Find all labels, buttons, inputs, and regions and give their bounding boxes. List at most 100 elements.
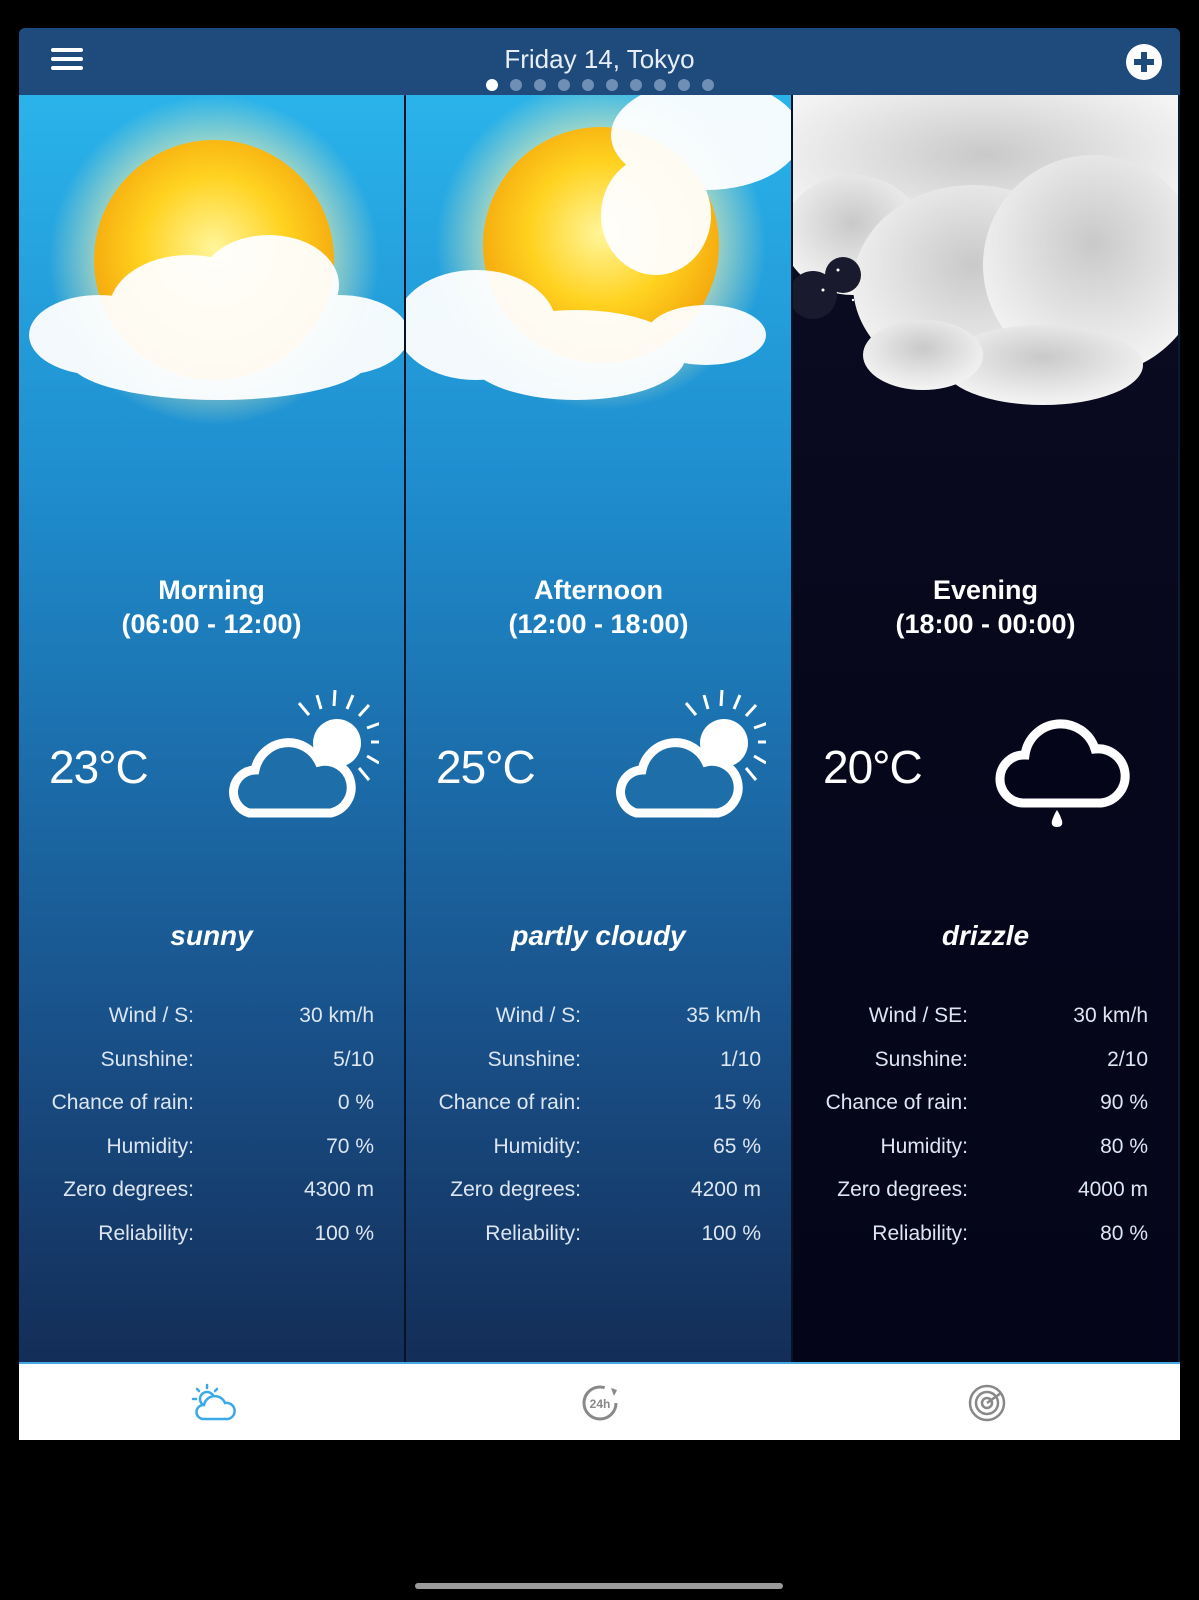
condition-label: partly cloudy [511, 920, 686, 951]
detail-value: 35 km/h [686, 1004, 761, 1027]
detail-label: Reliability: [872, 1221, 968, 1245]
radar-icon [968, 1384, 1005, 1422]
detail-row-reliability: Reliability: 100 % [19, 1216, 404, 1260]
detail-value: 80 % [1100, 1221, 1148, 1245]
detail-row-humidity: Humidity: 65 % [406, 1129, 791, 1173]
detail-label: Chance of rain: [438, 1091, 581, 1115]
detail-label: Sunshine: [487, 1047, 581, 1071]
detail-value: 80 % [1100, 1134, 1148, 1158]
detail-label: Sunshine: [100, 1047, 194, 1071]
detail-value: 30 km/h [1073, 1004, 1148, 1027]
detail-value: 5/10 [333, 1047, 374, 1071]
detail-value: 2/10 [1107, 1047, 1148, 1071]
detail-value: 15 % [713, 1091, 761, 1115]
tab-weather[interactable] [19, 1364, 406, 1440]
detail-row-rain: Chance of rain: 90 % [793, 1085, 1178, 1129]
detail-row-wind: Wind / SE: 30 km/h [793, 998, 1178, 1042]
sun-cloud-illustration [29, 95, 404, 425]
detail-label: Humidity: [493, 1134, 581, 1158]
plus-circle-icon[interactable] [1126, 44, 1162, 80]
detail-value: 65 % [713, 1134, 761, 1158]
period-range: (06:00 - 12:00) [121, 609, 302, 639]
detail-value: 70 % [326, 1134, 374, 1158]
detail-label: Reliability: [485, 1221, 581, 1245]
period-name: Evening [932, 575, 1039, 605]
page-dot-7[interactable] [629, 79, 642, 91]
condition-label: sunny [170, 920, 253, 951]
detail-row-reliability: Reliability: 100 % [406, 1216, 791, 1260]
page-dot-5[interactable] [581, 79, 594, 91]
period-range: (12:00 - 18:00) [508, 609, 689, 639]
detail-row-humidity: Humidity: 70 % [19, 1129, 404, 1173]
details-table: Wind / SE: 30 km/h Sunshine: 2/10 Chance o… [793, 998, 1178, 1260]
detail-value: 4200 m [690, 1178, 761, 1202]
detail-label: Zero degrees: [63, 1178, 194, 1202]
24h-forecast-icon: 24h [582, 1385, 617, 1421]
detail-row-humidity: Humidity: 80 % [793, 1129, 1178, 1173]
period-title: Afternoon (12:00 - 18:00) [406, 573, 791, 641]
svg-text:24h: 24h [589, 1397, 610, 1411]
page-dot-10[interactable] [701, 79, 714, 91]
drizzle-cloud-icon [995, 719, 1130, 827]
detail-label: Sunshine: [874, 1047, 968, 1071]
detail-row-sunshine: Sunshine: 2/10 [793, 1042, 1178, 1086]
sun-cloud-illustration [406, 95, 791, 410]
detail-value: 90 % [1100, 1091, 1148, 1115]
detail-value: 100 % [701, 1221, 761, 1245]
detail-label: Humidity: [106, 1134, 194, 1158]
detail-row-sunshine: Sunshine: 5/10 [19, 1042, 404, 1086]
detail-row-zero-degrees: Zero degrees: 4300 m [19, 1172, 404, 1216]
page-dot-8[interactable] [653, 79, 666, 91]
header-bar: Friday 14, Tokyo [19, 28, 1180, 95]
detail-value: 100 % [314, 1221, 374, 1245]
detail-row-rain: Chance of rain: 0 % [19, 1085, 404, 1129]
weather-icon [191, 1383, 236, 1421]
page-dot-6[interactable] [605, 79, 618, 91]
page-dot-3[interactable] [533, 79, 546, 91]
detail-row-wind: Wind / S: 30 km/h [19, 998, 404, 1042]
detail-row-zero-degrees: Zero degrees: 4200 m [406, 1172, 791, 1216]
temperature: 20°C [823, 741, 923, 793]
home-indicator[interactable] [415, 1583, 783, 1589]
condition-label: drizzle [941, 920, 1030, 951]
partly-sunny-icon [616, 689, 766, 818]
weather-app: Friday 14, Tokyo Morning (06:00 - 12:00)… [19, 28, 1180, 1440]
detail-label: Wind / S: [108, 1004, 194, 1027]
detail-value: 4300 m [303, 1178, 374, 1202]
detail-value: 4000 m [1077, 1178, 1148, 1202]
detail-label: Zero degrees: [837, 1178, 968, 1202]
bottom-tab-bar: 24h [19, 1362, 1180, 1440]
night-cloud-illustration [793, 95, 1178, 405]
period-title: Evening (18:00 - 00:00) [793, 573, 1178, 641]
detail-row-rain: Chance of rain: 15 % [406, 1085, 791, 1129]
detail-label: Reliability: [98, 1221, 194, 1245]
detail-value: 0 % [337, 1091, 374, 1115]
page-dot-9[interactable] [677, 79, 690, 91]
detail-row-zero-degrees: Zero degrees: 4000 m [793, 1172, 1178, 1216]
detail-value: 30 km/h [299, 1004, 374, 1027]
period-title: Morning (06:00 - 12:00) [19, 573, 404, 641]
detail-label: Chance of rain: [51, 1091, 194, 1115]
period-column-afternoon: Afternoon (12:00 - 18:00) 25°C partly cl… [404, 95, 791, 1362]
detail-label: Wind / S: [495, 1004, 581, 1027]
detail-value: 1/10 [720, 1047, 761, 1071]
tab-radar[interactable] [793, 1364, 1180, 1440]
detail-label: Chance of rain: [825, 1091, 968, 1115]
period-name: Morning [158, 575, 265, 605]
page-dot-1[interactable] [485, 79, 498, 91]
details-table: Wind / S: 35 km/h Sunshine: 1/10 Chance of… [406, 998, 791, 1260]
detail-row-reliability: Reliability: 80 % [793, 1216, 1178, 1260]
temperature: 25°C [436, 741, 536, 793]
details-table: Wind / S: 30 km/h Sunshine: 5/10 Chance of… [19, 998, 404, 1260]
period-name: Afternoon [534, 575, 663, 605]
period-column-morning: Morning (06:00 - 12:00) 23°C sunny Wind … [19, 95, 404, 1362]
page-indicator[interactable] [19, 79, 1180, 91]
partly-sunny-icon [229, 689, 379, 818]
period-column-evening: Evening (18:00 - 00:00) 20°C drizzle Win… [791, 95, 1178, 1362]
page-dot-2[interactable] [509, 79, 522, 91]
tab-24h[interactable]: 24h [406, 1364, 793, 1440]
forecast-columns: Morning (06:00 - 12:00) 23°C sunny Wind … [19, 95, 1180, 1362]
page-dot-4[interactable] [557, 79, 570, 91]
period-range: (18:00 - 00:00) [895, 609, 1076, 639]
detail-label: Wind / SE: [868, 1004, 968, 1027]
